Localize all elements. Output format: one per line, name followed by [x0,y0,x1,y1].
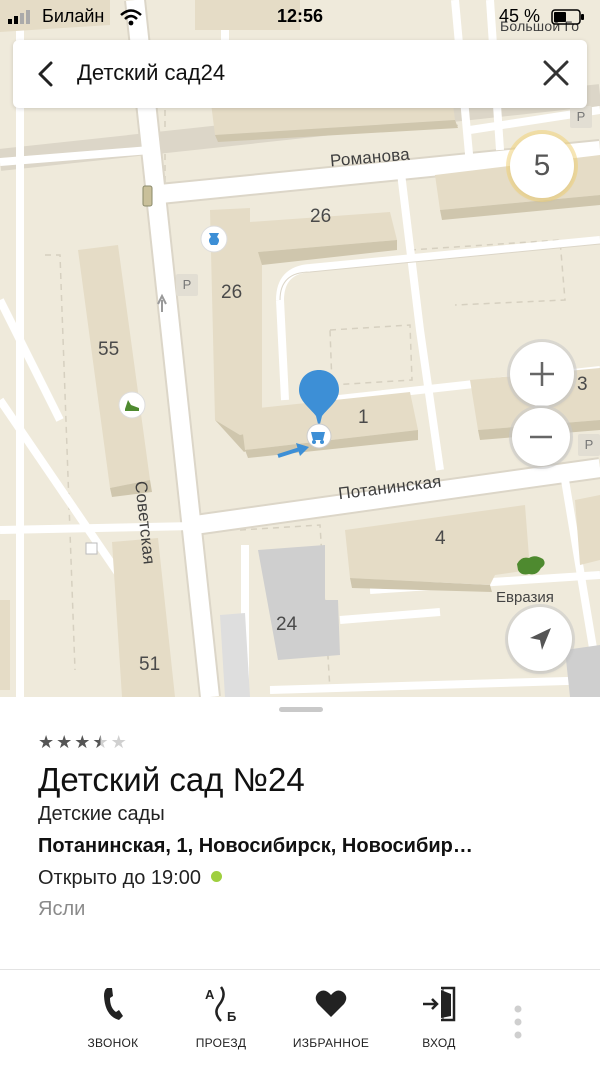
more-vertical-icon[interactable] [510,1004,526,1040]
back-arrow-icon[interactable] [31,58,63,90]
phone-icon [104,988,123,1020]
place-title: Детский сад №24 [38,761,305,798]
favorite-button[interactable]: ИЗБРАННОЕ [276,984,386,1050]
museum-vase-icon[interactable] [200,225,228,253]
house-number: 24 [276,614,298,635]
house-number: 3 [577,374,588,395]
plus-icon [530,362,554,386]
selected-place-pin-icon[interactable] [296,368,342,452]
parking-icon: P [176,274,198,296]
open-status-dot [210,871,222,883]
eurasia-map-icon[interactable] [513,550,549,582]
place-tag: Ясли [38,898,86,920]
call-label: ЗВОНОК [87,1036,139,1050]
place-card[interactable]: ★ ★ ★ ★ ★ Детский сад №24 Детские сады Потан… [0,697,600,969]
house-number: 1 [358,407,369,428]
poi-label-eurasia[interactable]: Евразия [496,589,554,606]
svg-text:А: А [205,987,215,1002]
place-address[interactable]: Потанинская, 1, Новосибирск, Новосибир… [38,835,473,858]
entrance-label: ВХОД [422,1036,456,1050]
minus-icon [530,435,552,439]
entrance-icon [423,986,456,1022]
rating-stars: ★ ★ ★ ★ ★ [38,733,127,751]
rating-star-icon: ★ [74,732,91,752]
search-bar[interactable]: Детский сад24 [13,40,587,108]
rating-star-icon: ★ [38,732,55,752]
battery-icon [551,9,584,25]
action-bar: ЗВОНОК А Б ПРОЕЗД ИЗБРАННОЕ ВХОД [0,969,600,1066]
location-arrow-icon [530,628,551,650]
rating-star-icon: ★ [92,732,109,752]
my-location-button[interactable] [508,607,572,671]
shoe-store-icon[interactable] [118,391,146,419]
route-ab-icon: А Б [205,986,236,1023]
house-number: 55 [98,339,120,360]
rating-star-icon: ★ [110,732,127,752]
route-button[interactable]: А Б ПРОЕЗД [166,984,276,1050]
place-category: Детские сады [38,803,165,825]
call-button[interactable]: ЗВОНОК [58,984,168,1050]
house-number: 4 [435,528,446,549]
opening-hours[interactable]: Открыто до 19:00 [38,867,222,890]
house-number: 26 [221,282,243,303]
parking-icon: P [578,434,600,456]
route-label: ПРОЕЗД [195,1036,247,1050]
zoom-in-button[interactable] [510,342,574,406]
close-icon[interactable] [539,56,573,90]
parking-icon: P [570,106,592,128]
drag-handle[interactable] [279,707,323,712]
entrance-arrow-icon [277,443,309,458]
zoom-out-button[interactable] [512,408,570,466]
house-number: 26 [310,206,332,227]
zoom-level-indicator[interactable]: 5 [510,134,574,198]
search-query[interactable]: Детский сад24 [77,60,225,86]
heart-icon [315,990,347,1017]
entrance-button[interactable]: ВХОД [384,984,494,1050]
battery-percent: 45 % [499,6,541,26]
house-number: 51 [139,654,161,675]
status-bar: Билайн 12:56 45 % [0,0,600,34]
svg-text:Б: Б [227,1009,236,1023]
favorite-label: ИЗБРАННОЕ [292,1036,370,1050]
rating-star-icon: ★ [56,732,73,752]
opening-hours-text: Открыто до 19:00 [38,867,201,889]
